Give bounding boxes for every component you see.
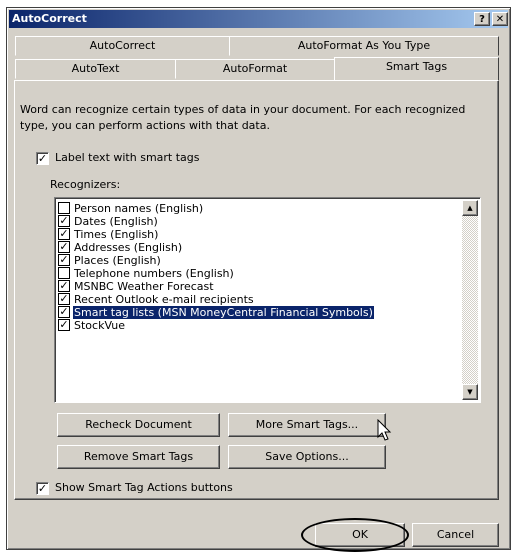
- help-button[interactable]: ?: [474, 12, 490, 26]
- list-item-weather[interactable]: ✓ MSNBC Weather Forecast: [57, 280, 452, 293]
- recognizer-checkbox[interactable]: ✓: [58, 319, 70, 331]
- show-actions-label[interactable]: Show Smart Tag Actions buttons: [55, 481, 233, 494]
- recognizer-checkbox[interactable]: ✓: [58, 215, 70, 227]
- list-item-addresses[interactable]: ✓ Addresses (English): [57, 241, 452, 254]
- tab-autocorrect[interactable]: AutoCorrect: [15, 36, 230, 56]
- recognizer-checkbox[interactable]: ✓: [58, 280, 70, 292]
- list-item-stockvue[interactable]: ✓ StockVue: [57, 319, 452, 332]
- list-item-person-names[interactable]: Person names (English): [57, 202, 452, 215]
- more-smart-tags-button[interactable]: More Smart Tags...: [228, 413, 386, 437]
- list-item-label: Times (English): [74, 228, 159, 241]
- recognizers-list[interactable]: Person names (English) ✓ Dates (English)…: [54, 197, 481, 403]
- list-item-label: StockVue: [74, 319, 125, 332]
- list-item-label: Dates (English): [74, 215, 158, 228]
- recognizer-checkbox[interactable]: ✓: [58, 241, 70, 253]
- tab-autoformat[interactable]: AutoFormat: [175, 59, 335, 79]
- tab-autoformat-as-you-type[interactable]: AutoFormat As You Type: [229, 36, 499, 56]
- list-item-label: Smart tag lists (MSN MoneyCentral Financ…: [73, 306, 374, 319]
- list-item-label: Person names (English): [74, 202, 204, 215]
- scroll-down-icon[interactable]: ▼: [462, 384, 478, 400]
- list-item-label: Addresses (English): [74, 241, 183, 254]
- recognizer-checkbox[interactable]: ✓: [58, 228, 70, 240]
- mouse-cursor-icon: [377, 419, 392, 441]
- tab-smart-tags[interactable]: Smart Tags: [334, 57, 499, 80]
- show-actions-checkbox[interactable]: ✓: [36, 482, 49, 495]
- recheck-document-button[interactable]: Recheck Document: [57, 413, 220, 437]
- close-icon[interactable]: ✕: [492, 12, 508, 26]
- recognizers-label: Recognizers:: [50, 178, 121, 191]
- recognizer-checkbox[interactable]: ✓: [58, 254, 70, 266]
- description-text: Word can recognize certain types of data…: [20, 103, 466, 132]
- cancel-button[interactable]: Cancel: [412, 523, 499, 547]
- title-bar[interactable]: AutoCorrect ? ✕: [9, 10, 508, 28]
- list-item-telephone[interactable]: Telephone numbers (English): [57, 267, 452, 280]
- list-item-dates[interactable]: ✓ Dates (English): [57, 215, 452, 228]
- recognizer-checkbox[interactable]: ✓: [58, 306, 70, 318]
- ok-highlight-circle: [301, 518, 409, 552]
- label-text-option-label[interactable]: Label text with smart tags: [55, 151, 200, 164]
- list-item-label: MSNBC Weather Forecast: [74, 280, 214, 293]
- recognizer-checkbox[interactable]: [58, 267, 70, 279]
- tab-autotext[interactable]: AutoText: [15, 59, 176, 79]
- window-title: AutoCorrect: [12, 12, 87, 25]
- list-item-label: Places (English): [74, 254, 161, 267]
- label-text-checkbox[interactable]: ✓: [36, 152, 49, 165]
- list-item-times[interactable]: ✓ Times (English): [57, 228, 452, 241]
- vertical-scrollbar[interactable]: ▲ ▼: [462, 200, 478, 400]
- list-item-outlook[interactable]: ✓ Recent Outlook e-mail recipients: [57, 293, 452, 306]
- list-item-places[interactable]: ✓ Places (English): [57, 254, 452, 267]
- recognizer-checkbox[interactable]: ✓: [58, 293, 70, 305]
- recognizer-checkbox[interactable]: [58, 202, 70, 214]
- list-item-label: Telephone numbers (English): [74, 267, 234, 280]
- list-item-label: Recent Outlook e-mail recipients: [74, 293, 254, 306]
- list-item-smart-tag-lists[interactable]: ✓ Smart tag lists (MSN MoneyCentral Fina…: [57, 306, 452, 319]
- save-options-button[interactable]: Save Options...: [228, 445, 386, 469]
- remove-smart-tags-button[interactable]: Remove Smart Tags: [57, 445, 220, 469]
- scroll-up-icon[interactable]: ▲: [462, 200, 478, 216]
